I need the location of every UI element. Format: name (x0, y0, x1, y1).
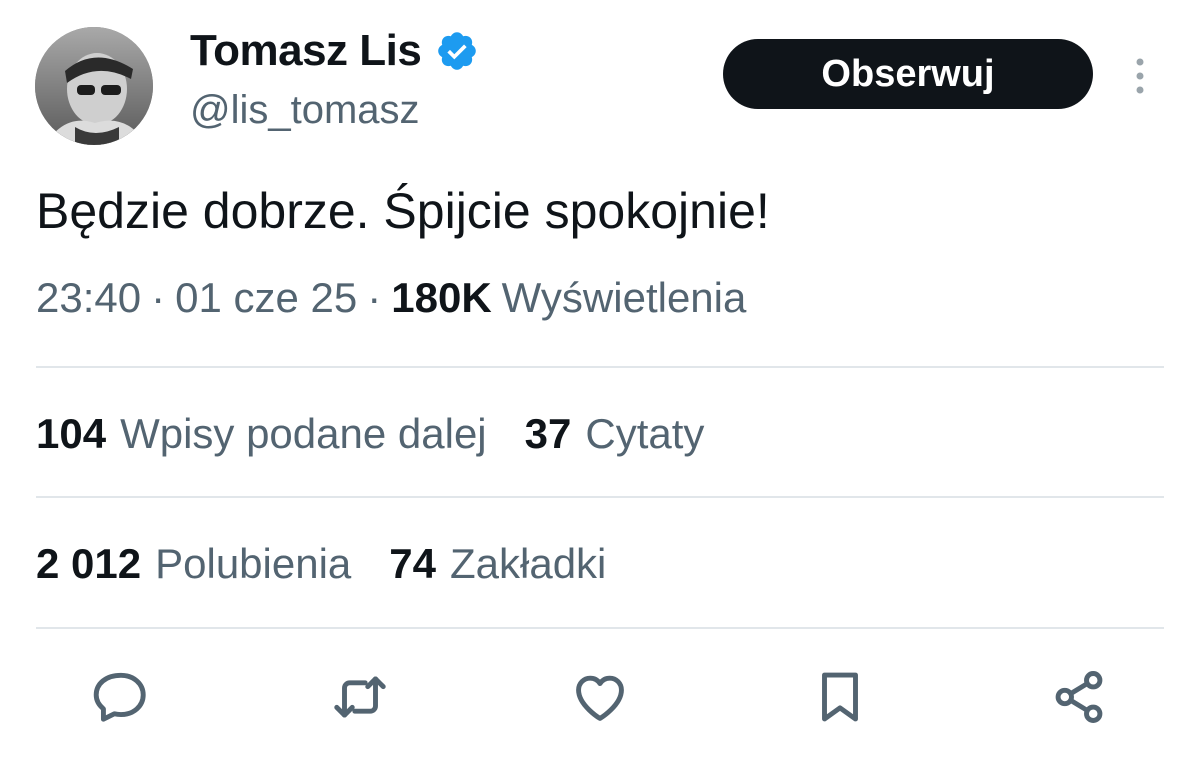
stats-row-reposts-quotes: 104 Wpisy podane dalej 37 Cytaty (36, 410, 742, 458)
share-icon (1055, 671, 1103, 723)
stats-row-likes-bookmarks: 2 012 Polubienia 74 Zakładki (36, 540, 644, 588)
bookmark-icon (822, 672, 858, 722)
divider (36, 627, 1164, 629)
quotes-stat[interactable]: 37 Cytaty (525, 410, 705, 458)
more-options-icon[interactable] (1126, 56, 1154, 96)
likes-label: Polubienia (155, 540, 352, 587)
tweet-date[interactable]: 01 cze 25 (175, 274, 357, 322)
reply-icon (93, 672, 146, 722)
reply-button[interactable] (86, 662, 156, 732)
author-name-row: Tomasz Lis (190, 26, 479, 76)
views-label: Wyświetlenia (501, 274, 747, 321)
meta-separator: · (367, 274, 382, 321)
divider (36, 496, 1164, 498)
tweet-detail: Tomasz Lis @lis_tomasz Obserwuj Będzie d… (0, 0, 1200, 778)
views-count: 180K (391, 274, 492, 321)
bookmarks-label: Zakładki (450, 540, 607, 587)
share-button[interactable] (1044, 662, 1114, 732)
bookmark-button[interactable] (805, 662, 875, 732)
tweet-meta: 23:40 · 01 cze 25 · 180K Wyświetlenia (36, 274, 746, 322)
follow-button[interactable]: Obserwuj (723, 39, 1093, 109)
reposts-label: Wpisy podane dalej (120, 410, 487, 457)
bookmarks-count: 74 (389, 540, 436, 587)
tweet-time[interactable]: 23:40 (36, 274, 141, 322)
quotes-count: 37 (524, 410, 572, 457)
likes-stat[interactable]: 2 012 Polubienia (36, 540, 351, 588)
bookmarks-stat[interactable]: 74 Zakładki (389, 540, 606, 588)
author-handle[interactable]: @lis_tomasz (190, 88, 420, 133)
likes-count: 2 012 (36, 540, 142, 587)
retweet-icon (334, 676, 386, 718)
reposts-count: 104 (36, 410, 107, 457)
reposts-stat[interactable]: 104 Wpisy podane dalej (36, 410, 487, 458)
avatar[interactable] (35, 27, 153, 145)
divider (36, 366, 1164, 368)
verified-badge-icon[interactable] (435, 29, 479, 73)
avatar-photo (35, 27, 153, 145)
retweet-button[interactable] (325, 662, 395, 732)
like-icon (576, 675, 624, 721)
like-button[interactable] (565, 662, 635, 732)
tweet-text: Będzie dobrze. Śpijcie spokojnie! (36, 183, 770, 239)
author-display-name[interactable]: Tomasz Lis (190, 26, 422, 76)
meta-separator: · (151, 274, 166, 321)
quotes-label: Cytaty (585, 410, 705, 457)
